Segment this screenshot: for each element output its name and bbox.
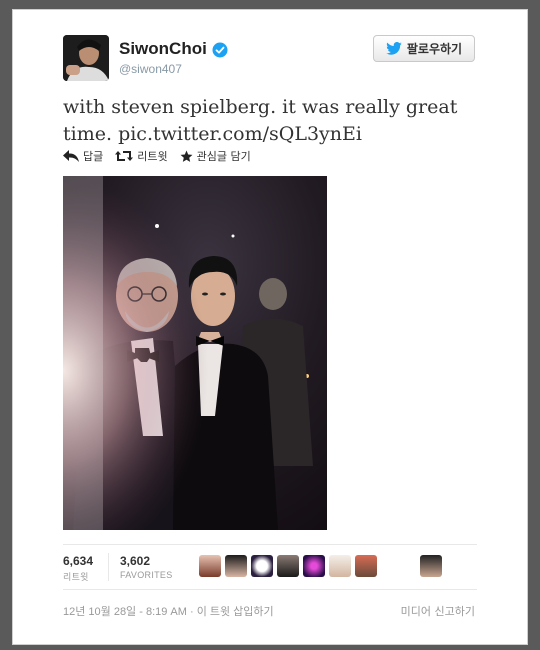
retweeter-avatars bbox=[199, 555, 377, 577]
retweet-count-label: 리트윗 bbox=[63, 572, 89, 582]
tweet-timestamp[interactable]: 12년 10월 28일 - 8:19 AM bbox=[63, 606, 187, 618]
reply-button[interactable]: 답글 bbox=[63, 148, 103, 164]
retweet-label: 리트윗 bbox=[137, 150, 168, 163]
follow-button[interactable]: 팔로우하기 bbox=[373, 35, 475, 62]
verified-badge-icon bbox=[212, 42, 228, 58]
embed-tweet-link[interactable]: 이 트윗 삽입하기 bbox=[197, 606, 274, 618]
favorites-count: 3,602 bbox=[120, 554, 151, 568]
avatar[interactable] bbox=[225, 555, 247, 577]
avatar[interactable] bbox=[329, 555, 351, 577]
tweet-photo[interactable] bbox=[63, 176, 327, 530]
user-name[interactable]: SiwonChoi bbox=[119, 39, 207, 59]
user-handle[interactable]: @siwon407 bbox=[119, 62, 182, 76]
retweet-icon bbox=[115, 151, 134, 161]
favorites-stat[interactable]: 3,602 FAVORITES bbox=[120, 554, 173, 580]
retweet-button[interactable]: 리트윗 bbox=[115, 148, 168, 164]
avatar[interactable] bbox=[251, 555, 273, 577]
tweet-stats: 6,634 리트윗 3,602 FAVORITES bbox=[63, 544, 477, 590]
avatar[interactable] bbox=[355, 555, 377, 577]
follow-button-label: 팔로우하기 bbox=[406, 42, 463, 56]
tweet-text: with steven spielberg. it was really gre… bbox=[63, 94, 483, 148]
avatar[interactable] bbox=[277, 555, 299, 577]
tweet-card: SiwonChoi @siwon407 팔로우하기 with steven sp… bbox=[12, 9, 528, 645]
avatar[interactable] bbox=[199, 555, 221, 577]
reply-arrow-icon bbox=[63, 150, 79, 162]
favorites-count-label: FAVORITES bbox=[120, 570, 173, 580]
retweet-count: 6,634 bbox=[63, 554, 94, 568]
tweet-actions: 답글 리트윗 관심글 담기 bbox=[63, 148, 251, 164]
avatar[interactable] bbox=[63, 35, 109, 81]
avatar[interactable] bbox=[420, 555, 442, 577]
retweet-stat[interactable]: 6,634 리트윗 bbox=[63, 554, 93, 583]
avatar[interactable] bbox=[303, 555, 325, 577]
favorite-button[interactable]: 관심글 담기 bbox=[180, 148, 251, 164]
stat-divider bbox=[108, 553, 109, 581]
twitter-bird-icon bbox=[386, 42, 402, 55]
star-icon bbox=[180, 150, 193, 162]
favorite-label: 관심글 담기 bbox=[196, 150, 251, 163]
tweet-meta: 12년 10월 28일 - 8:19 AM · 이 트윗 삽입하기 bbox=[63, 603, 274, 619]
meta-separator: · bbox=[186, 606, 197, 618]
report-media-link[interactable]: 미디어 신고하기 bbox=[401, 603, 475, 619]
tweet-media-link[interactable]: pic.twitter.com/sQL3ynEi bbox=[118, 123, 362, 145]
reply-label: 답글 bbox=[83, 150, 104, 163]
